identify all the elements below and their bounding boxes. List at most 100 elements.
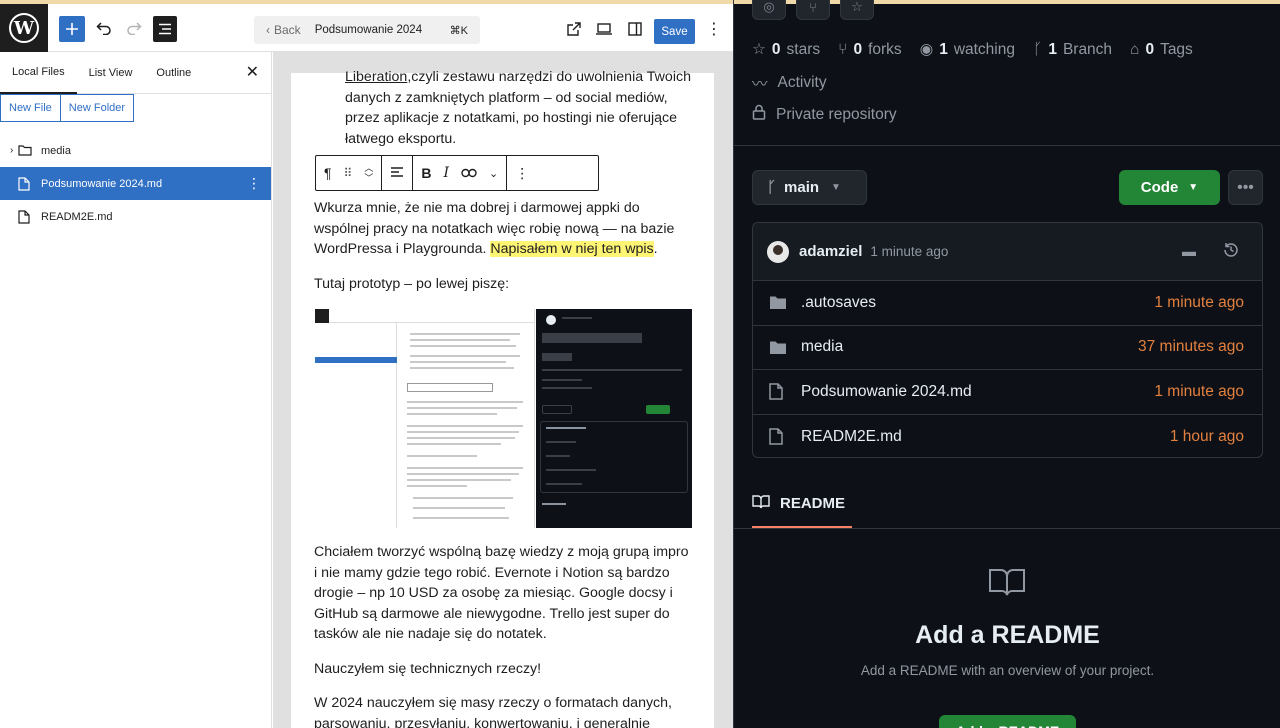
tags-link[interactable]: ⌂ 0 Tags	[1130, 41, 1193, 59]
liberation-link[interactable]: Liberation	[345, 69, 407, 85]
github-repo-panel: ◎ ⑂ ☆ ☆ 0 stars ⑂ 0 forks ◉ 1 watching ᚴ 1B…	[733, 0, 1280, 728]
code-button[interactable]: Code ▼	[1119, 170, 1220, 205]
tab-local-files[interactable]: Local Files	[0, 52, 77, 94]
eye-icon: ◉	[919, 41, 934, 58]
chevron-right-icon: ›	[10, 145, 14, 156]
more-group: ⋮	[507, 156, 537, 190]
chevron-left-icon: ‹	[266, 23, 270, 37]
tree-item-media[interactable]: › media	[0, 134, 271, 167]
file-time: 1 minute ago	[1154, 382, 1244, 400]
post-content-rest[interactable]: Chciałem tworzyć wspólną bazę wiedzy z m…	[314, 542, 694, 728]
commit-author[interactable]: adamziel	[799, 243, 862, 260]
paragraph-4[interactable]: Nauczyłem się technicznych rzeczy!	[314, 659, 694, 680]
file-row[interactable]: READM2E.md 1 hour ago	[753, 415, 1262, 458]
tag-icon: ⌂	[1130, 40, 1140, 58]
options-menu-button[interactable]: ⋮	[704, 18, 724, 40]
file-time: 37 minutes ago	[1138, 338, 1244, 356]
back-label: Back	[274, 23, 301, 37]
settings-sidebar-toggle[interactable]	[624, 18, 646, 40]
file-icon	[769, 428, 789, 446]
tree-item-label: media	[41, 144, 71, 157]
prototype-screenshot-image[interactable]	[315, 309, 692, 528]
file-time: 1 minute ago	[1154, 293, 1244, 311]
readme-tab[interactable]: README	[752, 478, 845, 528]
view-post-button[interactable]	[563, 18, 585, 40]
file-options-icon[interactable]: ⋮	[247, 175, 261, 192]
fork-icon[interactable]: ⑂	[796, 0, 830, 20]
chevron-down-icon[interactable]: ⌄	[489, 167, 498, 180]
kebab-horizontal-icon: •••	[1237, 178, 1254, 196]
file-row[interactable]: media 37 minutes ago	[753, 326, 1262, 370]
paragraph-icon[interactable]: ¶	[324, 165, 332, 181]
tree-item-label: Podsumowanie 2024.md	[41, 177, 163, 190]
post-content-body[interactable]: Wkurza mnie, że nie ma dobrej i darmowej…	[314, 198, 694, 308]
file-time: 1 hour ago	[1169, 427, 1244, 445]
undo-button[interactable]	[92, 16, 116, 40]
file-name[interactable]: .autosaves	[801, 294, 876, 312]
book-icon	[988, 567, 1026, 602]
wordpress-logo[interactable]: W	[0, 4, 48, 52]
watching-link[interactable]: ◉ 1 watching	[920, 40, 1015, 59]
block-options-icon[interactable]: ⋮	[515, 165, 529, 182]
commit-time: 1 minute ago	[870, 244, 949, 259]
editor-toolbar: W ‹ Back Podsumowanie 2024 ⌘K Save ⋮	[0, 4, 733, 52]
book-icon	[752, 494, 770, 513]
document-overview-button[interactable]	[153, 16, 177, 42]
paragraph-3[interactable]: Chciałem tworzyć wspólną bazę wiedzy z m…	[314, 542, 694, 645]
align-group	[382, 156, 414, 190]
save-button[interactable]: Save	[654, 19, 695, 44]
paragraph-2[interactable]: Tutaj prototyp – po lewej piszę:	[314, 274, 694, 295]
desktop-icon	[596, 23, 612, 35]
command-bar[interactable]: ‹ Back Podsumowanie 2024 ⌘K	[254, 16, 480, 44]
paragraph-5[interactable]: W 2024 nauczyłem się masy rzeczy o forma…	[314, 693, 694, 728]
file-name[interactable]: Podsumowanie 2024.md	[801, 383, 972, 401]
readme-empty-state: Add a README Add a README with an overvi…	[734, 529, 1280, 728]
add-readme-button[interactable]: Add a README	[939, 715, 1076, 728]
new-folder-button[interactable]: New Folder	[60, 94, 135, 122]
external-link-icon	[567, 22, 581, 36]
tree-item-readme[interactable]: READM2E.md	[0, 200, 271, 233]
post-content[interactable]: Liberation,czyli zestawu narzędzi do uwo…	[314, 67, 694, 149]
paragraph-1[interactable]: Wkurza mnie, że nie ma dobrej i darmowej…	[314, 198, 694, 260]
bold-icon[interactable]: B	[421, 165, 431, 181]
caret-down-icon: ▼	[1188, 182, 1199, 193]
file-tree: › media Podsumowanie 2024.md ⋮ READM2E.m…	[0, 134, 271, 233]
format-group: B I ⌄	[413, 156, 508, 190]
forks-link[interactable]: ⑂ 0 forks	[838, 41, 902, 59]
branch-selector[interactable]: ᚴ main ▼	[752, 170, 867, 205]
history-icon[interactable]	[1222, 241, 1240, 264]
pulse-icon: 〰	[752, 76, 768, 93]
commit-details-icon[interactable]: ▬	[1182, 243, 1196, 259]
link-icon[interactable]	[461, 165, 477, 181]
new-file-button[interactable]: New File	[0, 94, 61, 122]
wordpress-editor: W ‹ Back Podsumowanie 2024 ⌘K Save ⋮ Loc…	[0, 0, 733, 728]
file-row[interactable]: .autosaves 1 minute ago	[753, 281, 1262, 326]
drag-handle-icon[interactable]: ⠿	[344, 166, 353, 180]
list-view-icon	[159, 23, 171, 35]
file-name[interactable]: READM2E.md	[801, 428, 902, 446]
list-item[interactable]: Liberation,czyli zestawu narzędzi do uwo…	[314, 67, 694, 149]
tab-outline[interactable]: Outline	[144, 52, 203, 94]
file-row[interactable]: Podsumowanie 2024.md 1 minute ago	[753, 370, 1262, 415]
close-sidebar-icon[interactable]: ✕	[246, 62, 259, 82]
redo-button[interactable]	[122, 16, 146, 40]
tree-item-podsumowanie[interactable]: Podsumowanie 2024.md ⋮	[0, 167, 271, 200]
activity-link[interactable]: 〰 Activity	[752, 72, 827, 94]
move-up-down-icon[interactable]: ︿ ﹀	[364, 163, 373, 183]
star-icon[interactable]: ☆	[840, 0, 874, 20]
sidebar-icon	[628, 22, 642, 36]
private-repo-label: Private repository	[752, 104, 897, 125]
align-left-icon[interactable]	[390, 165, 404, 181]
eye-icon[interactable]: ◎	[752, 0, 786, 20]
branches-link[interactable]: ᚴ 1 Branch	[1033, 41, 1112, 59]
file-name[interactable]: media	[801, 338, 843, 356]
device-preview-button[interactable]	[593, 18, 615, 40]
italic-icon[interactable]: I	[443, 165, 449, 181]
back-link[interactable]: ‹ Back	[266, 23, 301, 37]
avatar[interactable]	[767, 240, 789, 263]
stars-link[interactable]: ☆ 0 stars	[752, 40, 820, 59]
files-sidebar: Local Files List View Outline ✕ New File…	[0, 52, 272, 728]
add-block-button[interactable]	[59, 16, 85, 42]
more-options-button[interactable]: •••	[1228, 170, 1263, 205]
tab-list-view[interactable]: List View	[77, 52, 145, 94]
